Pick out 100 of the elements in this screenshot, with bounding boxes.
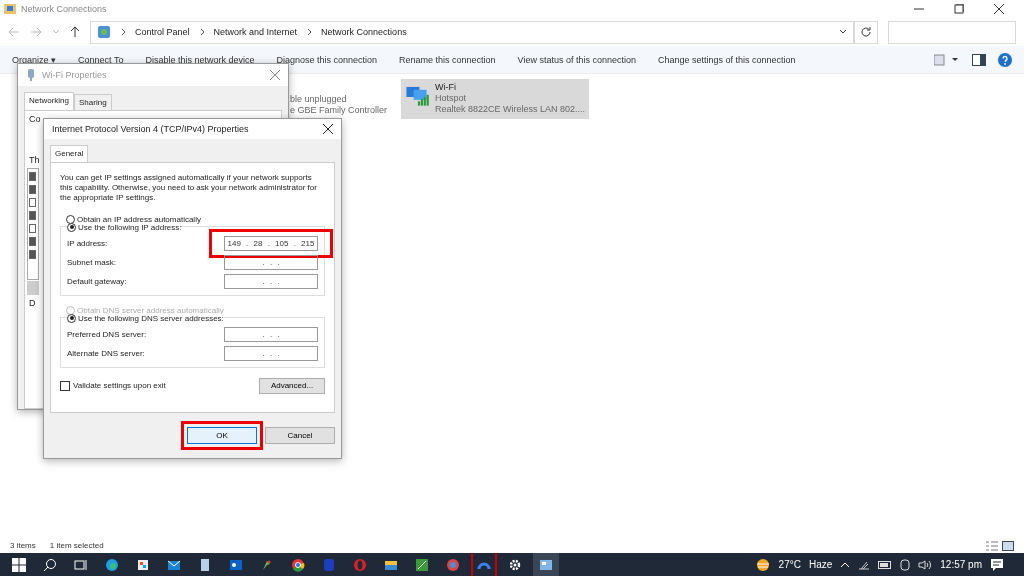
status-text: 3 items bbox=[10, 541, 36, 550]
connection-item[interactable]: ble unplugged e GBE Family Controller bbox=[290, 79, 392, 119]
connection-detail: ble unplugged bbox=[290, 94, 348, 104]
weather-condition: Haze bbox=[808, 559, 833, 570]
ip-address-field[interactable]: 149 . 28 . 105 . 215 bbox=[224, 235, 318, 251]
camera-icon bbox=[900, 558, 911, 571]
connection-name: Wi-Fi bbox=[434, 82, 457, 92]
checkbox[interactable] bbox=[29, 198, 36, 207]
maximize-icon bbox=[954, 4, 964, 14]
tab[interactable]: Sharing bbox=[74, 94, 112, 110]
connection-detail: e GBE Family Controller bbox=[290, 105, 388, 115]
large-icons-view-icon bbox=[1002, 540, 1014, 551]
battery-icon bbox=[878, 560, 893, 569]
weather-sun-icon bbox=[754, 557, 771, 572]
connection-detail: Realtek 8822CE Wireless LAN 802.... bbox=[434, 104, 586, 114]
connection-item[interactable]: Wi-Fi Hotspot Realtek 8822CE Wireless LAN 802.... bbox=[401, 79, 590, 119]
store-icon bbox=[136, 557, 150, 572]
clock: 12:57 pm bbox=[940, 559, 982, 570]
search-icon bbox=[43, 557, 57, 572]
cancel-button[interactable]: Cancel bbox=[265, 427, 335, 444]
ip-address-field[interactable]: . . . bbox=[224, 326, 318, 342]
refresh-button[interactable] bbox=[854, 20, 878, 44]
description-text: You can get IP settings assigned automatically if your network supports this capability. Otherwise, you need to ask your network administrator for the appropriate IP settings. bbox=[60, 172, 318, 203]
address-bar[interactable]: Control Panel Network and Internet Network Connections bbox=[90, 20, 854, 44]
search-field[interactable] bbox=[888, 20, 1016, 44]
windows-start-icon bbox=[12, 557, 26, 572]
close-icon bbox=[323, 123, 333, 134]
vpn-app-icon bbox=[322, 557, 336, 572]
ip-address-field[interactable]: . . . bbox=[224, 345, 318, 361]
radio-button[interactable]: Use the following DNS server addresses: bbox=[67, 313, 224, 323]
dialog-title: Internet Protocol Version 4 (TCP/IPv4) Properties bbox=[52, 123, 249, 134]
network-folder-icon bbox=[3, 2, 17, 16]
browser-icon bbox=[105, 557, 119, 572]
speaker-icon bbox=[918, 559, 933, 570]
status-text: 1 item selected bbox=[49, 541, 104, 550]
refresh-icon bbox=[860, 26, 872, 38]
view-options-icon bbox=[934, 53, 960, 66]
tab[interactable]: Networking bbox=[24, 92, 74, 110]
tab[interactable]: General bbox=[50, 144, 89, 162]
help-icon bbox=[998, 52, 1012, 67]
label-text: D bbox=[29, 298, 36, 308]
outlook-icon bbox=[229, 557, 243, 572]
field-label: Subnet mask: bbox=[67, 257, 116, 267]
checkbox[interactable] bbox=[29, 250, 36, 259]
control-panel-icon bbox=[97, 25, 111, 39]
field-label: Default gateway: bbox=[67, 276, 127, 286]
details-view-icon bbox=[986, 540, 998, 551]
toolbar-command[interactable]: Disable this network device bbox=[145, 54, 255, 65]
toolbar-command[interactable]: Organize ▾ bbox=[12, 54, 57, 65]
field-label: Preferred DNS server: bbox=[67, 329, 147, 339]
checkbox[interactable] bbox=[29, 237, 36, 246]
checkbox[interactable] bbox=[29, 185, 36, 194]
opera-icon bbox=[353, 557, 367, 572]
breadcrumb-item[interactable]: Control Panel bbox=[135, 27, 190, 37]
spreadsheet-icon bbox=[415, 557, 429, 572]
chevron-icon bbox=[199, 28, 206, 36]
advanced-button[interactable]: Advanced... bbox=[259, 377, 325, 394]
field-label: IP address: bbox=[67, 238, 108, 248]
connection-detail: Hotspot bbox=[434, 93, 467, 103]
chrome-profile-icon bbox=[446, 557, 460, 572]
ok-button[interactable]: OK bbox=[187, 427, 257, 444]
toolbar-command[interactable]: Rename this connection bbox=[399, 54, 496, 65]
list-selection bbox=[27, 281, 39, 295]
dialog-title: Wi-Fi Properties bbox=[42, 70, 107, 80]
checkbox[interactable]: Validate settings upon exit bbox=[60, 380, 166, 391]
chrome-icon bbox=[291, 557, 305, 572]
toolbar-command[interactable]: Connect To bbox=[78, 54, 124, 65]
network-window-icon bbox=[539, 557, 553, 572]
toolbar-command[interactable]: View status of this connection bbox=[517, 54, 636, 65]
back-arrow-icon bbox=[8, 27, 20, 37]
toolbar-command[interactable]: Diagnose this connection bbox=[276, 54, 378, 65]
close-icon bbox=[994, 4, 1004, 14]
chevron-icon bbox=[307, 28, 314, 36]
toolbar-command[interactable]: Change settings of this connection bbox=[658, 54, 796, 65]
checkbox[interactable] bbox=[29, 172, 36, 181]
chevron-up-icon bbox=[840, 561, 851, 568]
checkbox[interactable] bbox=[29, 211, 36, 220]
field-label: Alternate DNS server: bbox=[67, 348, 145, 358]
radio-button[interactable]: Obtain an IP address automatically bbox=[66, 214, 325, 224]
label-text: Th bbox=[29, 155, 40, 165]
ip-address-field[interactable]: . . . bbox=[224, 254, 318, 270]
forward-arrow-icon bbox=[30, 27, 42, 37]
checkbox[interactable] bbox=[29, 224, 36, 233]
close-icon bbox=[270, 70, 280, 80]
breadcrumb-item[interactable]: Network Connections bbox=[321, 27, 407, 37]
wifi-signal-icon bbox=[858, 559, 871, 570]
label-text: Co bbox=[29, 114, 41, 124]
notepad-icon bbox=[198, 557, 212, 572]
radio-button[interactable]: Use the following IP address: bbox=[67, 222, 182, 232]
task-view-icon bbox=[74, 557, 88, 572]
dropdown-caret-icon bbox=[839, 29, 847, 35]
breadcrumb-item[interactable]: Network and Internet bbox=[213, 27, 298, 37]
chevron-icon bbox=[121, 28, 127, 36]
up-arrow-icon bbox=[70, 26, 80, 38]
preview-pane-icon bbox=[972, 53, 986, 66]
dropdown-caret-icon bbox=[52, 29, 60, 35]
weather-temperature: 27°C bbox=[778, 559, 801, 570]
window-title: Network Connections bbox=[21, 4, 107, 14]
ip-address-field[interactable]: . . . bbox=[224, 273, 318, 289]
settings-icon bbox=[508, 557, 522, 572]
